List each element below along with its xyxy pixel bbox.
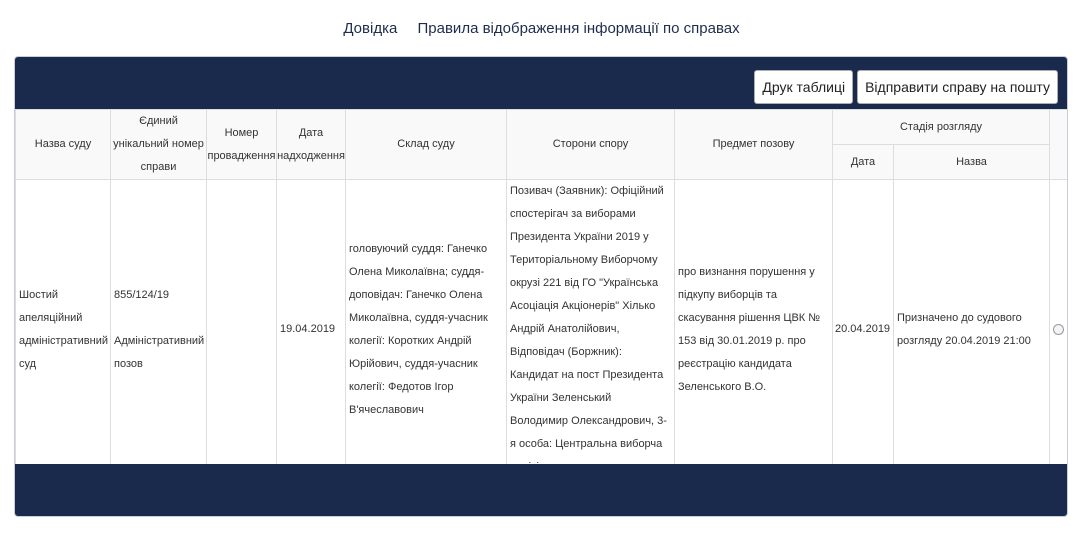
help-link[interactable]: Довідка (343, 20, 397, 37)
header-parties: Сторони спору (506, 109, 675, 180)
cases-table: Назва суду Єдиний унікальний номер справ… (15, 109, 1067, 480)
row-select-radio[interactable] (1053, 324, 1065, 335)
toolbar: Друк таблиці Відправити справу на пошту (754, 70, 1058, 104)
top-navigation: Довідка Правила відображення інформації … (0, 20, 1083, 37)
cell-received-date: 19.04.2019 (276, 179, 346, 480)
header-stage-date: Дата (832, 144, 894, 180)
header-court: Назва суду (15, 109, 111, 180)
cell-proceeding-number (206, 179, 277, 480)
header-proceeding-number: Номер провадження (206, 109, 277, 180)
print-table-button[interactable]: Друк таблиці (754, 70, 854, 104)
cell-stage-name: Призначено до судового розгляду 20.04.20… (892, 179, 1051, 480)
case-number: 855/124/19 (114, 288, 170, 301)
header-stage-name: Назва (892, 144, 1051, 180)
display-rules-link[interactable]: Правила відображення інформації по справ… (418, 20, 740, 37)
cell-subject: про визнання порушення у підкупу виборці… (674, 179, 833, 480)
cell-stage-date: 20.04.2019 (832, 179, 894, 480)
panel-footer (15, 464, 1067, 516)
case-panel: Друк таблиці Відправити справу на пошту … (14, 56, 1068, 517)
case-type: Адміністративний позов (114, 334, 205, 370)
panel-header: Друк таблиці Відправити справу на пошту (15, 57, 1067, 109)
cell-case-number: 855/124/19 Адміністративний позов (110, 179, 207, 480)
header-case-number: Єдиний унікальний номер справи (110, 109, 207, 180)
send-by-mail-button[interactable]: Відправити справу на пошту (857, 70, 1058, 104)
header-court-panel: Склад суду (345, 109, 507, 180)
header-stage: Стадія розгляду (831, 109, 1051, 145)
header-received-date: Дата надходження (276, 109, 346, 180)
cell-select (1049, 179, 1067, 480)
cell-court-panel: головуючий суддя: Ганечко Олена Миколаїв… (345, 179, 507, 480)
cell-parties: Позивач (Заявник): Офіційний спостерігач… (506, 179, 675, 480)
header-subject: Предмет позову (674, 109, 833, 180)
table-row[interactable]: Шостий апеляційний адміністративний суд … (15, 179, 1067, 480)
header-select (1049, 109, 1067, 180)
cell-court: Шостий апеляційний адміністративний суд (15, 179, 111, 480)
